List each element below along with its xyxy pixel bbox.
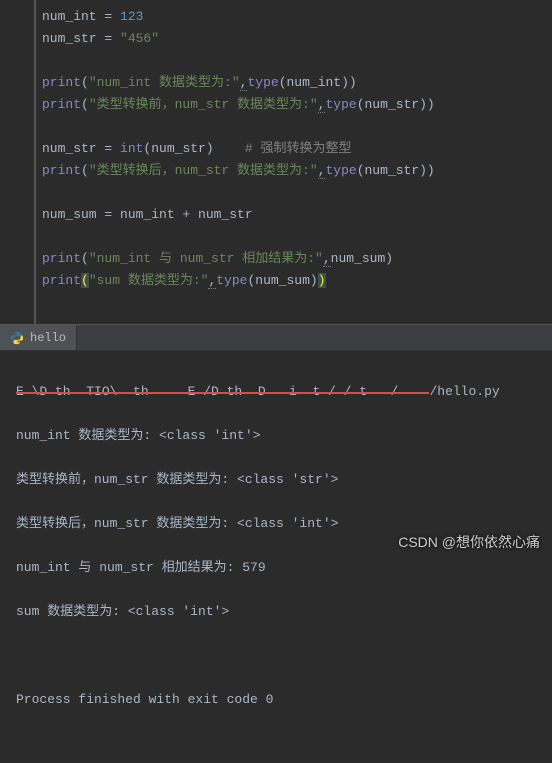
variable: num_int <box>42 9 97 24</box>
code-line[interactable]: print("类型转换前，num_str 数据类型为:",type(num_st… <box>36 94 552 116</box>
code-line[interactable]: print("num_int 数据类型为:",type(num_int)) <box>36 72 552 94</box>
exit-code-line: Process finished with exit code 0 <box>16 689 552 711</box>
code-line[interactable] <box>36 226 552 248</box>
code-line[interactable]: num_str = "456" <box>36 28 552 50</box>
output-line: num_int 与 num_str 相加结果为: 579 <box>16 557 552 579</box>
watermark: CSDN @想你依然心痛 <box>398 532 540 552</box>
code-line[interactable]: num_int = 123 <box>36 6 552 28</box>
comment: # 强制转换为整型 <box>245 141 352 156</box>
matched-paren: ) <box>318 273 326 288</box>
output-line <box>16 645 552 667</box>
print-call: print <box>42 75 81 90</box>
number-literal: 123 <box>120 9 143 24</box>
output-line: num_int 数据类型为: <class 'int'> <box>16 425 552 447</box>
code-line[interactable]: num_str = int(num_str) # 强制转换为整型 <box>36 138 552 160</box>
code-line[interactable]: print("类型转换后，num_str 数据类型为:",type(num_st… <box>36 160 552 182</box>
int-call: int <box>120 141 143 156</box>
python-icon <box>10 331 24 345</box>
code-line[interactable]: print("sum 数据类型为:",type(num_sum)) <box>36 270 552 292</box>
code-editor[interactable]: num_int = 123 num_str = "456" print("num… <box>34 0 552 324</box>
output-line: sum 数据类型为: <class 'int'> <box>16 601 552 623</box>
code-line[interactable]: num_sum = num_int + num_str <box>36 204 552 226</box>
code-line[interactable] <box>36 292 552 314</box>
run-tab-label: hello <box>30 331 66 345</box>
string-literal: "456" <box>120 31 159 46</box>
code-line[interactable] <box>36 182 552 204</box>
code-line[interactable] <box>36 50 552 72</box>
redacted-path: E \D th TIO\ th E /D th D i t / / t / <box>16 384 429 399</box>
matched-paren: ( <box>81 273 89 288</box>
run-tab-bar: hello <box>0 325 552 351</box>
interpreter-path: E \D th TIO\ th E /D th D i t / / t / /h… <box>16 381 552 403</box>
code-line[interactable]: print("num_int 与 num_str 相加结果为:",num_sum… <box>36 248 552 270</box>
code-line[interactable] <box>36 116 552 138</box>
output-line: 类型转换前，num_str 数据类型为: <class 'str'> <box>16 469 552 491</box>
run-tab-hello[interactable]: hello <box>0 325 77 350</box>
console-output[interactable]: E \D th TIO\ th E /D th D i t / / t / /h… <box>0 351 552 763</box>
